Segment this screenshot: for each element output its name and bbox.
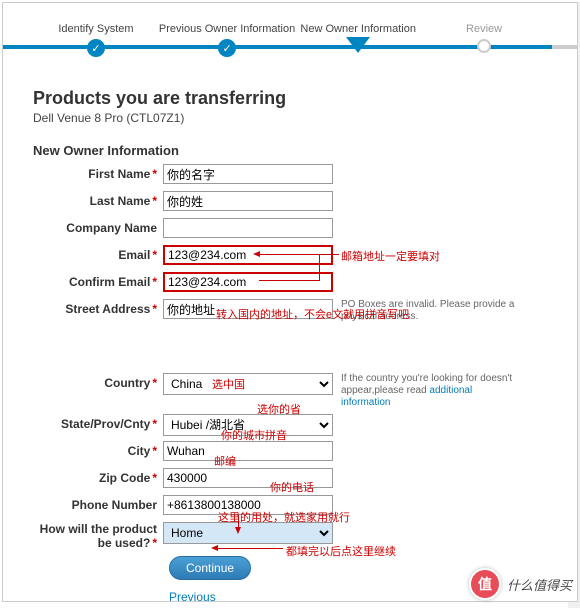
city-label: City [128,444,151,458]
state-label: State/Prov/Cnty [61,417,150,431]
first-name-input[interactable] [163,164,333,184]
first-name-label: First Name [88,167,150,181]
email-input[interactable] [163,245,333,265]
state-select[interactable]: Hubei /湖北省 [163,414,333,436]
street-label: Street Address [65,302,150,316]
street-hint: PO Boxes are invalid. Please provide a p… [341,299,521,323]
watermark-icon: 值 [469,568,501,600]
usage-label: How will the product be used? [40,522,157,550]
continue-button[interactable]: Continue [169,556,251,580]
company-label: Company Name [66,221,157,235]
zip-input[interactable] [163,468,333,488]
step-new-owner: New Owner Information [295,23,421,59]
street-input[interactable] [163,299,333,319]
check-icon [218,39,236,57]
progress-stepper: Identify System Previous Owner Informati… [33,23,547,73]
watermark: 值 什么值得买 [469,568,572,600]
step-previous-owner: Previous Owner Information [159,23,295,59]
zip-label: Zip Code [99,471,150,485]
confirm-email-label: Confirm Email [69,275,150,289]
last-name-input[interactable] [163,191,333,211]
section-title: New Owner Information [33,143,547,158]
country-select[interactable]: China [163,373,333,395]
check-icon [87,39,105,57]
phone-label: Phone Number [72,498,157,512]
current-step-icon [346,37,370,53]
phone-input[interactable] [163,495,333,515]
step-identify-system: Identify System [33,23,159,59]
email-label: Email [118,248,150,262]
company-input[interactable] [163,218,333,238]
country-hint: If the country you're looking for doesn'… [341,373,521,409]
country-label: Country [104,376,150,390]
usage-select[interactable]: Home [163,522,333,544]
confirm-email-input[interactable] [163,272,333,292]
product-subtitle: Dell Venue 8 Pro (CTL07Z1) [33,111,547,125]
form-container: Identify System Previous Owner Informati… [2,2,578,602]
step-review: Review [421,23,547,59]
city-input[interactable] [163,441,333,461]
last-name-label: Last Name [90,194,151,208]
future-step-icon [477,39,491,53]
page-title: Products you are transferring [33,88,547,109]
